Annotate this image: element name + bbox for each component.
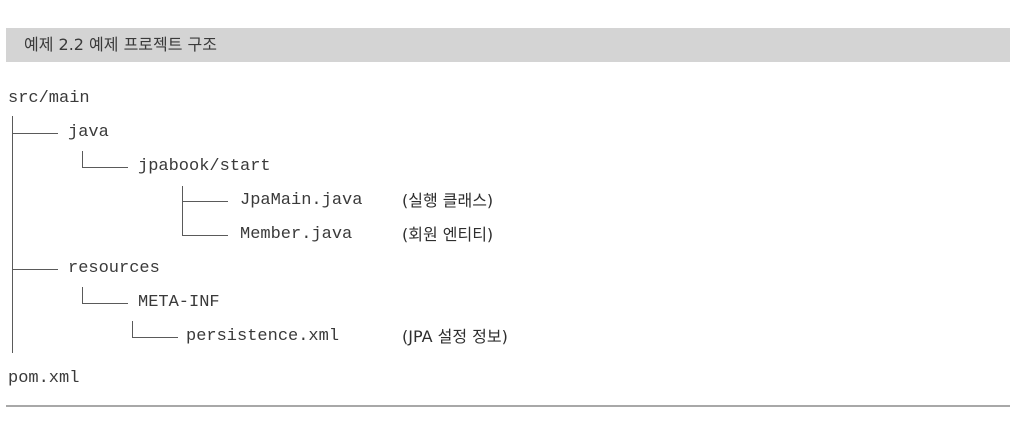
metainf-branch-line <box>82 303 128 304</box>
pom-file-label: pom.xml <box>8 369 80 388</box>
jpamain-file-label: JpaMain.java <box>240 191 363 210</box>
listing-bottom-rule <box>6 405 1010 407</box>
member-file-label: Member.java <box>240 225 353 244</box>
tree-trunk-line <box>12 116 13 353</box>
jpamain-note: (실행 클래스) <box>402 191 494 210</box>
java-branch-line <box>12 133 58 134</box>
java-child-line <box>82 151 83 167</box>
persistence-file-label: persistence.xml <box>186 327 340 346</box>
root-folder-label: src/main <box>8 89 90 108</box>
member-note: (회원 엔티티) <box>402 225 494 244</box>
persistence-branch-line <box>132 337 178 338</box>
jpamain-branch-line <box>182 201 228 202</box>
metainf-child-line <box>132 321 133 337</box>
resources-child-line <box>82 287 83 303</box>
project-tree: src/main java jpabook/start JpaMain.java… <box>0 0 1028 443</box>
resources-folder-label: resources <box>68 259 160 278</box>
member-branch-line <box>182 235 228 236</box>
code-listing: 예제 2.2 예제 프로젝트 구조 src/main java jpabook/… <box>0 0 1028 443</box>
persistence-note: (JPA 설정 정보) <box>402 327 508 346</box>
resources-branch-line <box>12 269 58 270</box>
jpabook-branch-line <box>82 167 128 168</box>
metainf-folder-label: META-INF <box>138 293 220 312</box>
jpabook-child-line <box>182 186 183 235</box>
jpabook-folder-label: jpabook/start <box>138 157 271 176</box>
java-folder-label: java <box>68 123 109 142</box>
